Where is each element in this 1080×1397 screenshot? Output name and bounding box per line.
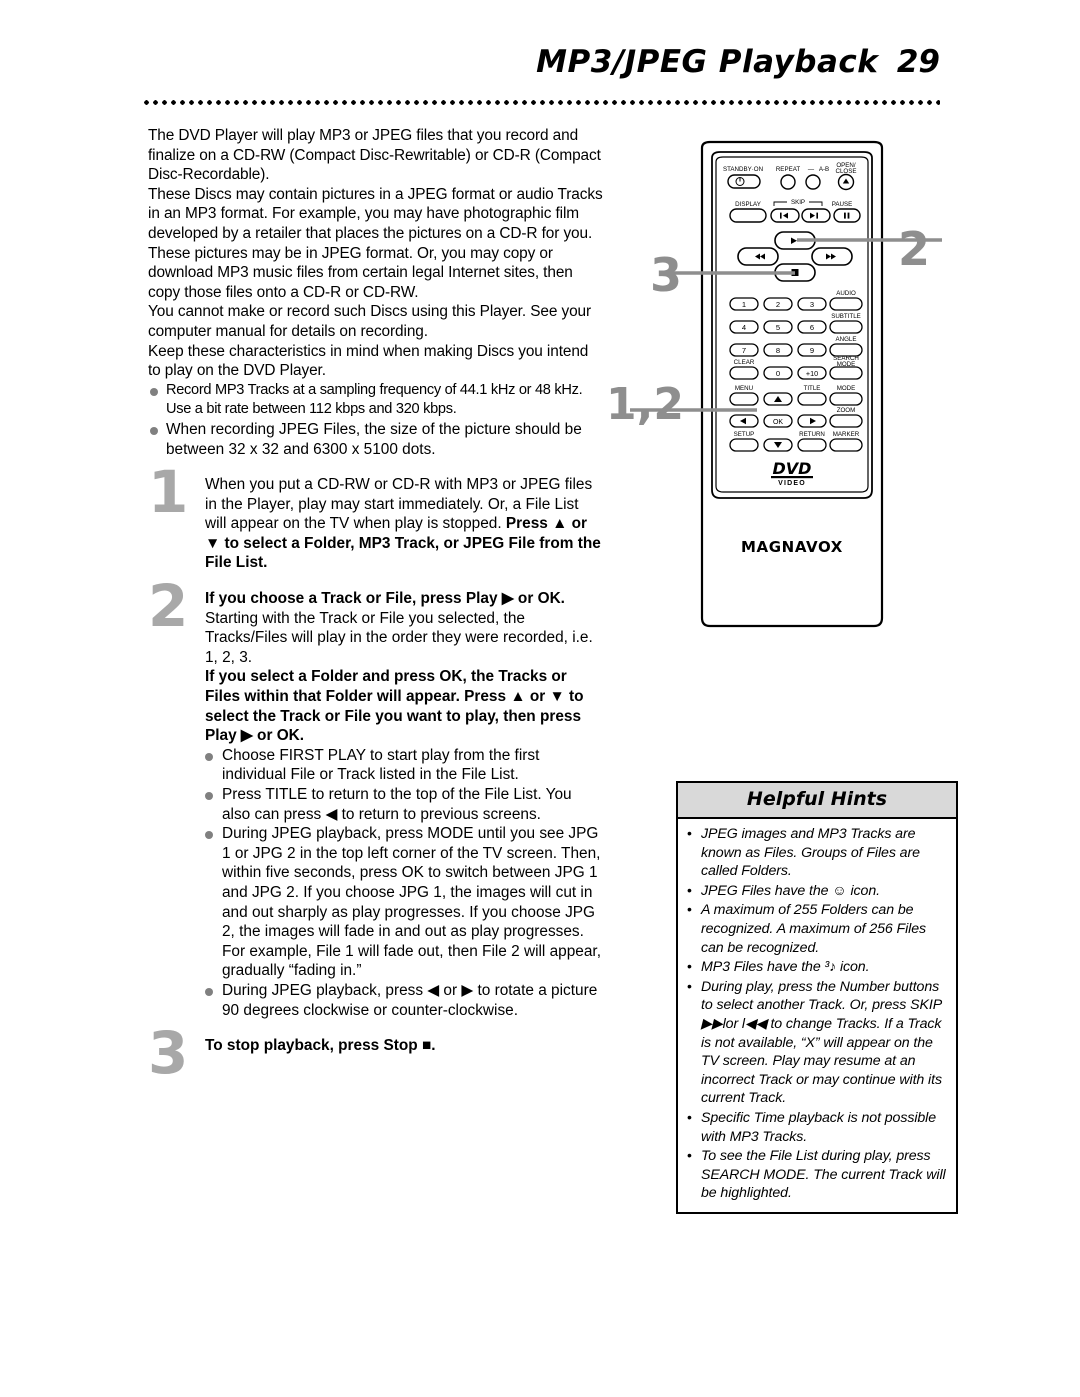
step-2: 2 If you choose a Track or File, press P… [148,577,603,1020]
step-text-normal: Starting with the Track or File you sele… [205,609,593,666]
step-text-bold: If you choose a Track or File, press Pla… [205,590,565,608]
step-text-bold: To stop playback, press Stop ■. [205,1037,436,1055]
helpful-hints-body: JPEG images and MP3 Tracks are known as … [678,819,956,1212]
hint-item: During play, press the Number buttons to… [686,977,948,1108]
svg-text:—: — [808,166,815,173]
label-title: TITLE [804,385,821,392]
svg-text:5: 5 [776,323,780,332]
label-clear: CLEAR [734,359,755,366]
label-return: RETURN [799,431,825,438]
step-bullet: Choose FIRST PLAY to start play from the… [205,746,603,785]
label-zoom: ZOOM [837,407,856,414]
svg-text:OK: OK [773,419,783,426]
step-bullet: Press TITLE to return to the top of the … [205,785,603,824]
step-number: 1 [148,458,189,527]
hint-item: MP3 Files have the ³♪ icon. [686,957,948,977]
helpful-hints-header: Helpful Hints [678,783,956,819]
hint-item: Specific Time playback is not possible w… [686,1108,948,1146]
svg-text:DVD: DVD [773,459,812,478]
label-ab: A-B [819,166,829,173]
intro-paragraph: You cannot make or record such Discs usi… [148,303,592,340]
step-number: 2 [148,572,189,641]
svg-text:9: 9 [810,346,814,355]
intro-paragraph: These Discs may contain pictures in a JP… [148,185,603,301]
svg-text:8: 8 [776,346,780,355]
step-3: 3 To stop playback, press Stop ■. [148,1024,603,1082]
page-number: 29 [896,44,940,80]
hint-item: JPEG images and MP3 Tracks are known as … [686,824,948,881]
callout-step-3: 3 [650,248,683,302]
step-text: When you put a CD-RW or CD-R with MP3 or… [205,475,603,573]
label-display: DISPLAY [735,201,761,208]
label-skip: SKIP [791,199,805,206]
label-marker: MARKER [833,431,860,438]
helpful-hints-title: Helpful Hints [746,788,888,810]
intro-bullet: When recording JPEG Files, the size of t… [148,420,603,459]
svg-text:6: 6 [810,323,814,332]
label-audio: AUDIO [836,290,856,297]
intro-bullet: Record MP3 Tracks at a sampling frequenc… [148,381,603,420]
brand-magnavox: MAGNAVOX [741,538,843,556]
step-bullet: During JPEG playback, press MODE until y… [205,824,603,981]
step-text: If you choose a Track or File, press Pla… [205,589,603,667]
intro-paragraph: The DVD Player will play MP3 or JPEG fil… [148,127,601,184]
label-pause: PAUSE [832,201,853,208]
svg-text:2: 2 [776,300,780,309]
step-number: 3 [148,1019,189,1088]
svg-text:7: 7 [742,346,746,355]
callout-step-2: 2 [898,222,931,276]
main-content-column: The DVD Player will play MP3 or JPEG fil… [148,126,603,1082]
svg-text:4: 4 [742,323,746,332]
label-menu: MENU [735,385,753,392]
callout-step-1-2: 1,2 [606,379,684,430]
label-angle: ANGLE [836,336,857,343]
hint-item: JPEG Files have the ☺ icon. [686,881,948,901]
svg-text:0: 0 [776,369,780,378]
page-title: MP3/JPEG Playback [536,44,879,80]
svg-text:+10: +10 [806,369,818,378]
title-divider [142,100,940,105]
label-standby-on: STANDBY·ON [723,166,763,173]
step-text-bold-block: If you select a Folder and press OK, the… [205,668,584,745]
svg-text:VIDEO: VIDEO [778,480,806,487]
helpful-hints-box: Helpful Hints JPEG images and MP3 Tracks… [676,781,958,1214]
label-setup: SETUP [734,431,755,438]
svg-text:1: 1 [742,300,746,309]
svg-text:3: 3 [810,300,814,309]
hint-item: A maximum of 255 Folders can be recogniz… [686,900,948,957]
label-subtitle: SUBTITLE [831,313,861,320]
hint-item: To see the File List during play, press … [686,1146,948,1203]
step-bullet: During JPEG playback, press ◀ or ▶ to ro… [205,981,603,1020]
label-repeat: REPEAT [776,166,801,173]
page-header: MP3/JPEG Playback 29 [140,44,940,80]
step-1: 1 When you put a CD-RW or CD-R with MP3 … [148,463,603,573]
label-mode: MODE [837,385,856,392]
intro-paragraph: Keep these characteristics in mind when … [148,342,589,380]
